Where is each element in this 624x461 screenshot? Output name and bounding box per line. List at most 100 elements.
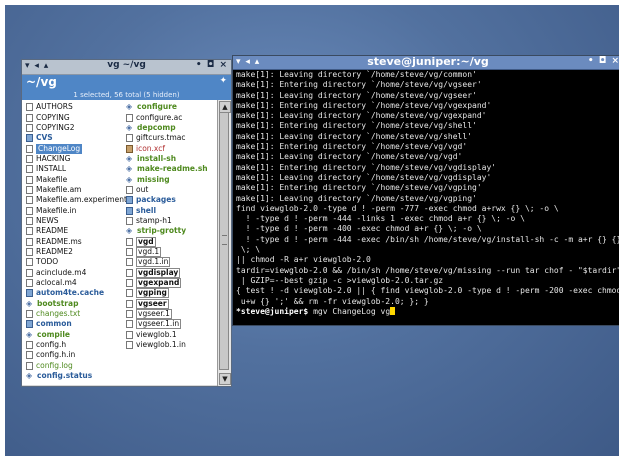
file-item[interactable]: common — [26, 319, 127, 329]
file-name: AUTHORS — [36, 102, 73, 112]
file-item[interactable]: missing — [126, 174, 208, 184]
file-item[interactable]: vgd.1.in — [126, 257, 208, 268]
file-item[interactable]: packages — [126, 195, 208, 205]
terminal-line: make[1]: Leaving directory `/home/steve/… — [236, 172, 492, 182]
file-item[interactable]: bootstrap — [26, 299, 127, 309]
file-name: Makefile.am.experiment — [36, 195, 127, 205]
file-item[interactable]: NEWS — [26, 216, 127, 226]
file-name: vgd — [136, 236, 156, 247]
file-item[interactable]: shell — [126, 205, 208, 215]
document-icon — [126, 134, 133, 143]
file-item[interactable]: AUTHORS — [26, 102, 127, 112]
file-manager-window: ▾ ◂ ▴ vg ~/vg • ◘ × ~/vg ✦ 1 selected, 5… — [21, 59, 232, 387]
file-item[interactable]: Makefile — [26, 174, 127, 184]
file-item[interactable]: autom4te.cache — [26, 288, 127, 298]
file-item[interactable]: CVS — [26, 133, 127, 143]
file-item[interactable]: README — [26, 226, 127, 236]
command-line[interactable]: *steve@juniper$ mgv ChangeLog vg — [236, 306, 619, 317]
file-item[interactable]: README.ms — [26, 236, 127, 246]
file-item[interactable]: config.status — [26, 371, 127, 381]
file-name: config.status — [37, 371, 93, 381]
file-item[interactable]: compile — [26, 330, 127, 340]
executable-icon — [126, 155, 134, 163]
file-name: vgseer — [136, 298, 169, 309]
file-item[interactable]: stamp-h1 — [126, 216, 208, 226]
vertical-scrollbar[interactable]: ▲ ▼ — [217, 100, 231, 386]
document-icon — [126, 310, 133, 319]
terminal-line: make[1]: Leaving directory `/home/steve/… — [236, 193, 477, 203]
file-item[interactable]: icon.xcf — [126, 143, 208, 153]
file-name: viewglob.1 — [136, 329, 177, 339]
path-bar: ~/vg ✦ — [22, 75, 231, 90]
document-icon — [26, 196, 33, 205]
document-icon — [126, 320, 133, 329]
terminal-line: make[1]: Entering directory `/home/steve… — [236, 100, 492, 110]
window-controls[interactable]: • ◘ × — [196, 60, 228, 70]
executable-icon — [126, 165, 134, 173]
file-item[interactable]: viewglob.1 — [126, 330, 208, 340]
file-item[interactable]: Makefile.in — [26, 205, 127, 215]
file-item[interactable]: viewglob.1.in — [126, 340, 208, 350]
document-icon — [126, 299, 133, 308]
file-item[interactable]: install-sh — [126, 154, 208, 164]
file-item[interactable]: aclocal.m4 — [26, 278, 127, 288]
terminal-line: ! -type d ! -perm -400 -exec chmod a+r {… — [236, 224, 482, 234]
command-text[interactable]: mgv ChangeLog vg — [308, 307, 390, 316]
document-icon — [26, 185, 33, 194]
file-name: vgseer.1.in — [136, 319, 182, 330]
file-item[interactable]: make-readme.sh — [126, 164, 208, 174]
file-item[interactable]: vgseer — [126, 298, 208, 309]
file-item[interactable]: configure.ac — [126, 112, 208, 122]
file-name: stamp-h1 — [136, 215, 172, 225]
file-item[interactable]: acinclude.m4 — [26, 268, 127, 278]
scroll-down-icon[interactable]: ▼ — [219, 373, 231, 385]
document-icon — [26, 206, 33, 215]
terminal-line: { test ! -d viewglob-2.0 || { find viewg… — [236, 286, 619, 296]
file-item[interactable]: vgseer.1 — [126, 309, 208, 320]
terminal-line: make[1]: Entering directory `/home/steve… — [236, 80, 482, 90]
executable-icon — [26, 300, 34, 308]
file-item[interactable]: configure — [126, 102, 208, 112]
file-item[interactable]: vgd — [126, 236, 208, 247]
file-name: Makefile — [36, 174, 68, 184]
file-item[interactable]: vgdisplay — [126, 267, 208, 278]
file-item[interactable]: out — [126, 185, 208, 195]
file-item[interactable]: vgd.1 — [126, 246, 208, 257]
folder-icon — [126, 196, 133, 205]
file-item[interactable]: INSTALL — [26, 164, 127, 174]
file-item[interactable]: depcomp — [126, 123, 208, 133]
terminal-titlebar[interactable]: ▾ ◂ ▴ steve@juniper:~/vg • ◘ × — [233, 55, 619, 70]
file-item[interactable]: vgexpand — [126, 278, 208, 289]
file-item[interactable]: config.log — [26, 361, 127, 371]
file-item[interactable]: COPYING2 — [26, 123, 127, 133]
file-manager-titlebar[interactable]: ▾ ◂ ▴ vg ~/vg • ◘ × — [22, 60, 231, 75]
file-item[interactable]: config.h — [26, 340, 127, 350]
terminal-line: make[1]: Entering directory `/home/steve… — [236, 142, 468, 152]
file-item[interactable]: vgseer.1.in — [126, 319, 208, 330]
file-item[interactable]: changes.txt — [26, 309, 127, 319]
file-item[interactable]: vgping — [126, 288, 208, 299]
file-item[interactable]: ChangeLog — [26, 143, 127, 154]
file-list[interactable]: AUTHORS COPYING COPYING2 CVS ChangeLog HACKIN… — [22, 100, 219, 385]
file-item[interactable]: COPYING — [26, 112, 127, 122]
file-item[interactable]: config.h.in — [26, 350, 127, 360]
file-item[interactable]: Makefile.am.experiment — [26, 195, 127, 205]
file-item[interactable]: Makefile.am — [26, 185, 127, 195]
current-path: ~/vg — [26, 75, 57, 89]
scroll-thumb[interactable] — [219, 112, 229, 370]
executable-icon — [126, 103, 134, 111]
bookmark-icon[interactable]: ✦ — [219, 76, 227, 86]
window-controls[interactable]: • ◘ × — [588, 56, 619, 66]
terminal-output[interactable]: make[1]: Leaving directory `/home/steve/… — [236, 70, 619, 325]
file-item[interactable]: strip-grotty — [126, 226, 208, 236]
terminal-line: find viewglob-2.0 -type d ! -perm -777 -… — [236, 203, 559, 213]
file-name: install-sh — [137, 153, 177, 163]
file-item[interactable]: HACKING — [26, 154, 127, 164]
file-item[interactable]: TODO — [26, 257, 127, 267]
document-icon — [26, 268, 33, 277]
file-item[interactable]: README2 — [26, 247, 127, 257]
file-name: config.log — [36, 360, 73, 370]
file-item[interactable]: giftcurs.tmac — [126, 133, 208, 143]
file-name: CVS — [36, 133, 53, 143]
file-name: README — [36, 226, 69, 236]
